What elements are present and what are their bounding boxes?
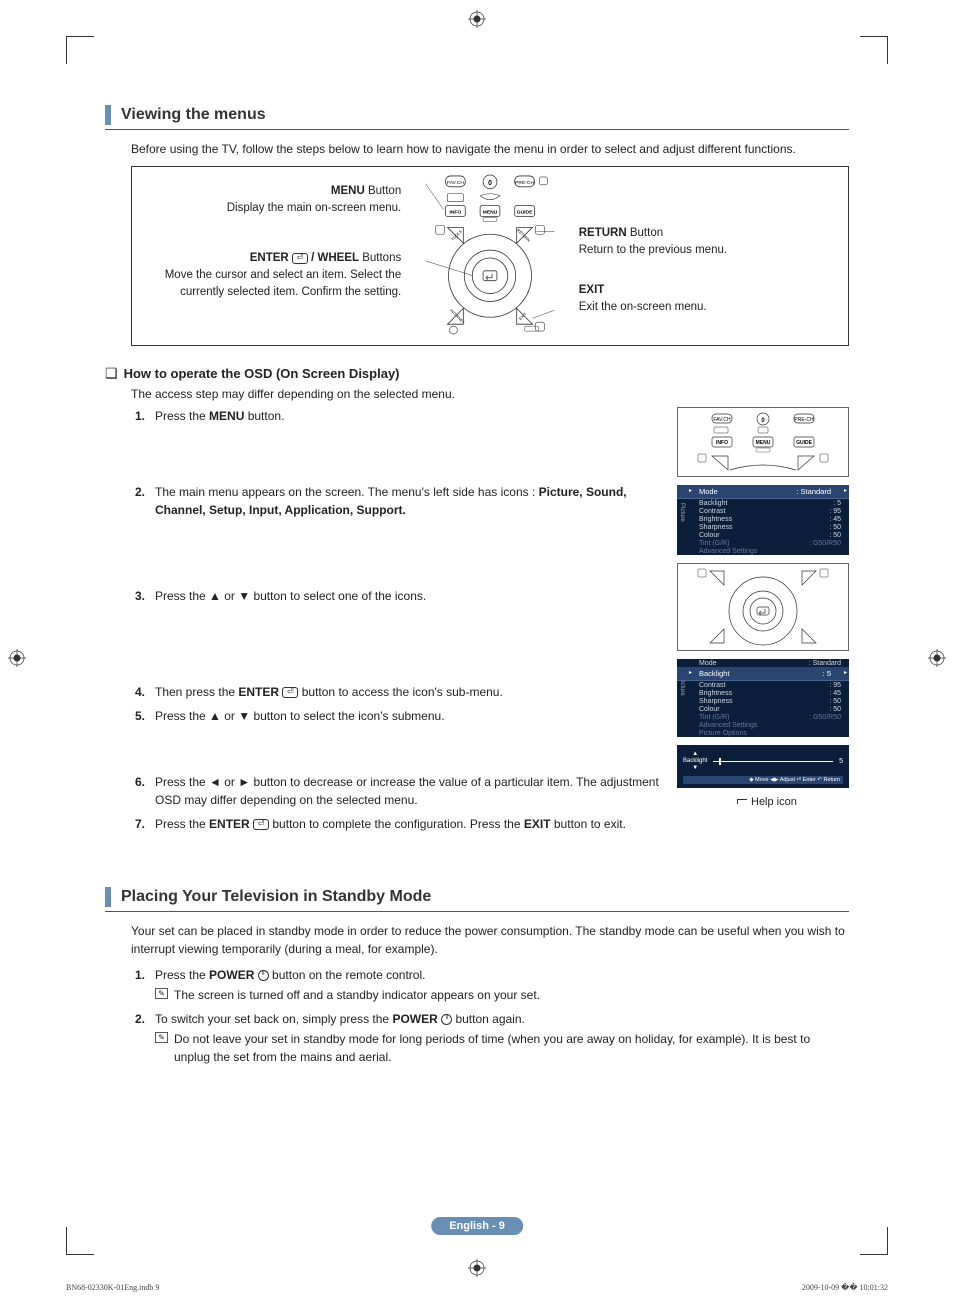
crop-corner-icon [860,36,888,64]
enter-icon: ⏎ [282,687,298,698]
standby-intro: Your set can be placed in standby mode i… [131,922,849,958]
remote-illustration: FAV.CH 0 PRE-CH INFO MENU GUIDE [425,172,555,340]
svg-text:PRE-CH: PRE-CH [515,180,534,186]
figure-backlight-slider: ▲ Backlight ▼ 5 ◆ Move ◀▶ Adjust ⏎ Enter… [677,745,849,788]
registration-mark-icon [468,1259,486,1277]
figure-picture-menu-backlight: Picture Mode: Standard Backlight: 5 Cont… [677,659,849,737]
figure-picture-menu-mode: Picture Mode: Standard Backlight: 5 Cont… [677,485,849,555]
section-title-standby: Placing Your Television in Standby Mode [105,887,849,912]
enter-icon: ⏎ [292,253,308,264]
svg-text:0: 0 [488,180,492,187]
page-number: English - 9 [431,1217,523,1235]
intro-text: Before using the TV, follow the steps be… [131,140,849,158]
section-title-viewing: Viewing the menus [105,105,849,130]
crop-corner-icon [860,1227,888,1255]
svg-text:EXIT: EXIT [518,311,528,321]
note-icon: ✎ [155,988,168,999]
enter-icon: ⏎ [253,819,269,830]
svg-text:INFO: INFO [716,440,728,446]
svg-text:GUIDE: GUIDE [796,440,813,446]
svg-text:TOOLS: TOOLS [450,228,463,241]
help-icon-caption: Help icon [737,796,849,808]
power-icon [258,970,269,981]
svg-text:FAV.CH: FAV.CH [713,417,731,423]
power-icon [441,1014,452,1025]
footer-filename: BN68-02330K-01Eng.indb 9 [66,1283,159,1292]
figure-remote-wheel [677,563,849,651]
svg-text:GUIDE: GUIDE [517,210,533,216]
crop-corner-icon [66,1227,94,1255]
svg-text:0: 0 [761,418,765,424]
svg-text:INFO: INFO [449,210,461,216]
heading-standby: Placing Your Television in Standby Mode [121,888,431,906]
osd-access-text: The access step may differ depending on … [131,387,849,401]
crop-corner-icon [66,36,94,64]
footer-timestamp: 2009-10-09 �� 10:01:32 [802,1283,888,1292]
svg-text:RETURN: RETURN [516,228,531,243]
osd-heading: How to operate the OSD (On Screen Displa… [124,366,400,381]
heading-viewing: Viewing the menus [121,106,266,124]
svg-text:FAV.CH: FAV.CH [447,180,464,186]
svg-text:MENU: MENU [483,210,498,216]
registration-mark-icon [928,649,946,667]
registration-mark-icon [8,649,26,667]
remote-diagram: MENU Button Display the main on-screen m… [131,166,849,346]
bullet-icon: ❏ [105,366,118,380]
figure-remote-top: FAV.CH 0 PRE-CH INFO MENU GUIDE [677,407,849,477]
svg-text:MENU: MENU [756,440,771,446]
svg-text:PRE-CH: PRE-CH [794,417,814,423]
note-icon: ✎ [155,1032,168,1043]
registration-mark-icon [468,10,486,28]
